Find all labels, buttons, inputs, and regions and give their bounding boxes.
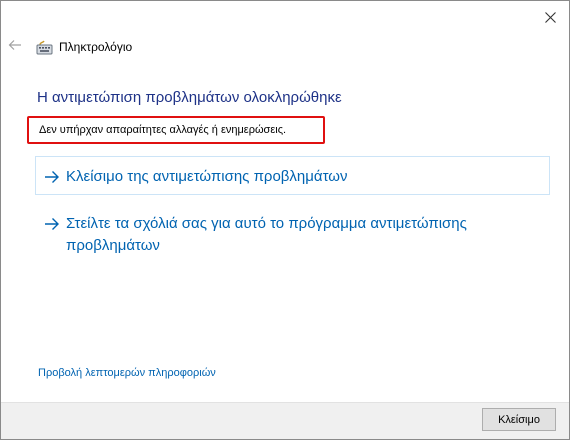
option-label: Κλείσιμο της αντιμετώπισης προβλημάτων <box>66 168 348 185</box>
back-arrow-icon <box>8 40 21 50</box>
send-feedback-option[interactable]: Στείλτε τα σχόλιά σας για αυτό το πρόγρα… <box>35 211 550 257</box>
keyboard-icon <box>36 40 53 54</box>
view-details-link[interactable]: Προβολή λεπτομερών πληροφοριών <box>38 367 216 379</box>
right-arrow-icon <box>45 171 59 183</box>
window-close-button[interactable] <box>532 4 568 30</box>
close-icon <box>544 11 556 23</box>
close-troubleshooter-option[interactable]: Κλείσιμο της αντιμετώπισης προβλημάτων <box>35 156 550 195</box>
window-title-bar: Πληκτρολόγιο <box>36 37 132 57</box>
back-button[interactable] <box>7 37 23 53</box>
footer-bar: Κλείσιμο <box>1 402 569 439</box>
page-heading: Η αντιμετώπιση προβλημάτων ολοκληρώθηκε <box>37 89 342 106</box>
troubleshooter-window: Πληκτρολόγιο Η αντιμετώπιση προβλημάτων … <box>0 0 570 440</box>
right-arrow-icon <box>45 218 59 230</box>
close-button[interactable]: Κλείσιμο <box>482 408 556 431</box>
option-label: Στείλτε τα σχόλιά σας για αυτό το πρόγρα… <box>66 215 467 254</box>
status-message-box: Δεν υπήρχαν απαραίτητες αλλαγές ή ενημερ… <box>27 116 325 144</box>
window-title: Πληκτρολόγιο <box>59 40 133 54</box>
status-message: Δεν υπήρχαν απαραίτητες αλλαγές ή ενημερ… <box>39 124 287 136</box>
